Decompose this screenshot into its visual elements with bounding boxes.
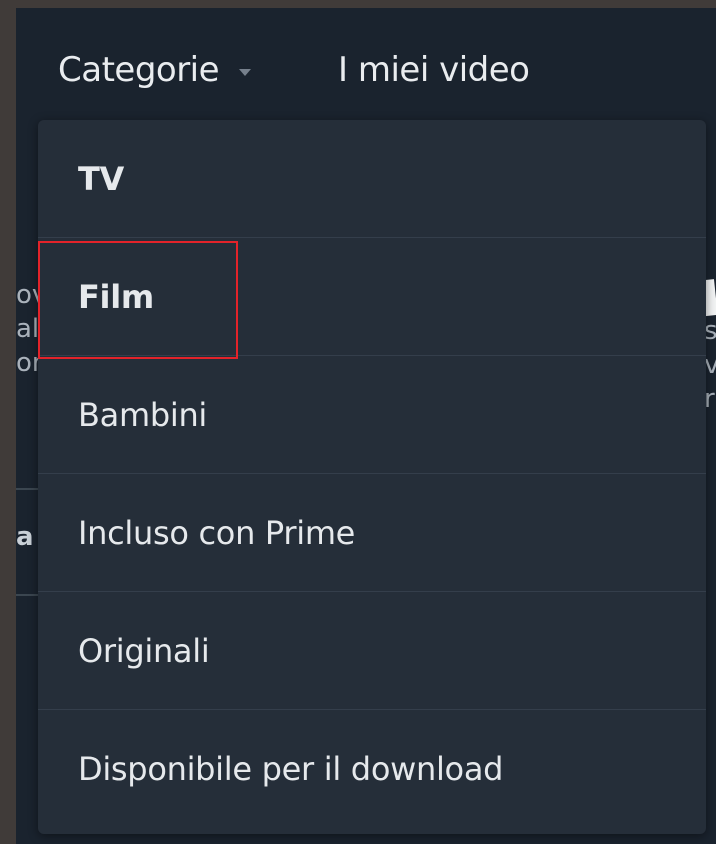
background-bold-fragment: a [16, 522, 34, 552]
menu-item-label: Originali [78, 631, 210, 670]
menu-item-originali[interactable]: Originali [38, 592, 706, 710]
menu-item-incluso-con-prime[interactable]: Incluso con Prime [38, 474, 706, 592]
menu-item-label: Bambini [78, 395, 208, 434]
menu-item-disponibile-per-il-download[interactable]: Disponibile per il download [38, 710, 706, 828]
menu-item-label: Incluso con Prime [78, 513, 356, 552]
top-navbar: Categorie I miei video [16, 8, 716, 120]
background-divider [16, 594, 38, 596]
highlight-box [38, 241, 238, 359]
menu-item-tv[interactable]: TV [38, 120, 706, 238]
my-videos-link[interactable]: I miei video [338, 48, 530, 92]
app-window: ov al or s v, r a Categorie I miei video… [16, 8, 716, 844]
background-text-fragment-left: ov al or [16, 280, 38, 378]
menu-item-label: TV [78, 159, 124, 198]
categories-label: Categorie [58, 50, 220, 90]
menu-item-label: Disponibile per il download [78, 750, 504, 788]
menu-item-film[interactable]: Film [38, 238, 706, 359]
background-divider [16, 488, 38, 490]
chevron-down-icon [239, 68, 252, 76]
categories-dropdown: TV Film Bambini Incluso con Prime Origin… [38, 120, 706, 834]
menu-item-bambini[interactable]: Bambini [38, 356, 706, 474]
categories-menu-button[interactable]: Categorie [58, 48, 252, 92]
